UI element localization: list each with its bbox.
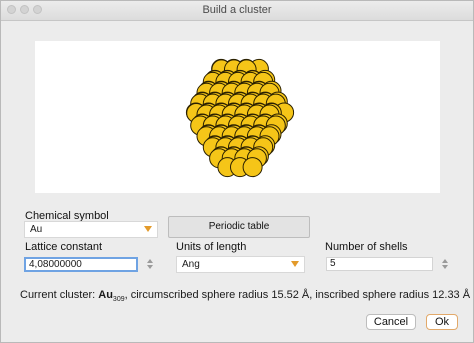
number-of-shells-label: Number of shells	[325, 241, 408, 253]
chevron-up-icon	[442, 259, 448, 263]
build-cluster-dialog: Build a cluster Chemical symbol Au Perio…	[0, 0, 474, 343]
status-element: Au	[98, 289, 113, 301]
lattice-constant-value: 4,08000000	[29, 259, 82, 270]
units-of-length-value: Ang	[182, 259, 200, 270]
title-bar: Build a cluster	[1, 1, 473, 21]
cancel-button[interactable]: Cancel	[366, 314, 416, 330]
chevron-down-icon	[144, 226, 152, 232]
chevron-down-icon	[147, 265, 153, 269]
status-atom-count: 309	[112, 296, 125, 304]
lattice-constant-input[interactable]: 4,08000000	[24, 257, 138, 272]
number-of-shells-stepper[interactable]	[441, 257, 449, 271]
number-of-shells-value: 5	[330, 258, 336, 269]
chemical-symbol-value: Au	[30, 224, 43, 235]
units-of-length-combobox[interactable]: Ang	[176, 256, 305, 273]
chemical-symbol-combobox[interactable]: Au	[24, 221, 158, 238]
lattice-constant-label: Lattice constant	[25, 241, 103, 253]
status-radii: , circumscribed sphere radius 15.52 Å, i…	[124, 289, 471, 301]
current-cluster-status: Current cluster: Au309, circumscribed sp…	[20, 289, 470, 303]
chevron-down-icon	[442, 265, 448, 269]
ok-button[interactable]: Ok	[426, 314, 458, 330]
lattice-constant-stepper[interactable]	[146, 257, 154, 271]
periodic-table-button[interactable]: Periodic table	[168, 216, 310, 238]
status-prefix: Current cluster:	[20, 289, 99, 301]
cluster-preview-image	[185, 58, 295, 178]
chevron-up-icon	[147, 259, 153, 263]
number-of-shells-input[interactable]: 5	[326, 257, 433, 271]
cluster-preview	[35, 41, 440, 193]
gold-atom	[242, 157, 263, 178]
units-of-length-label: Units of length	[176, 241, 247, 253]
window-title: Build a cluster	[202, 4, 272, 16]
chevron-down-icon	[291, 261, 299, 267]
